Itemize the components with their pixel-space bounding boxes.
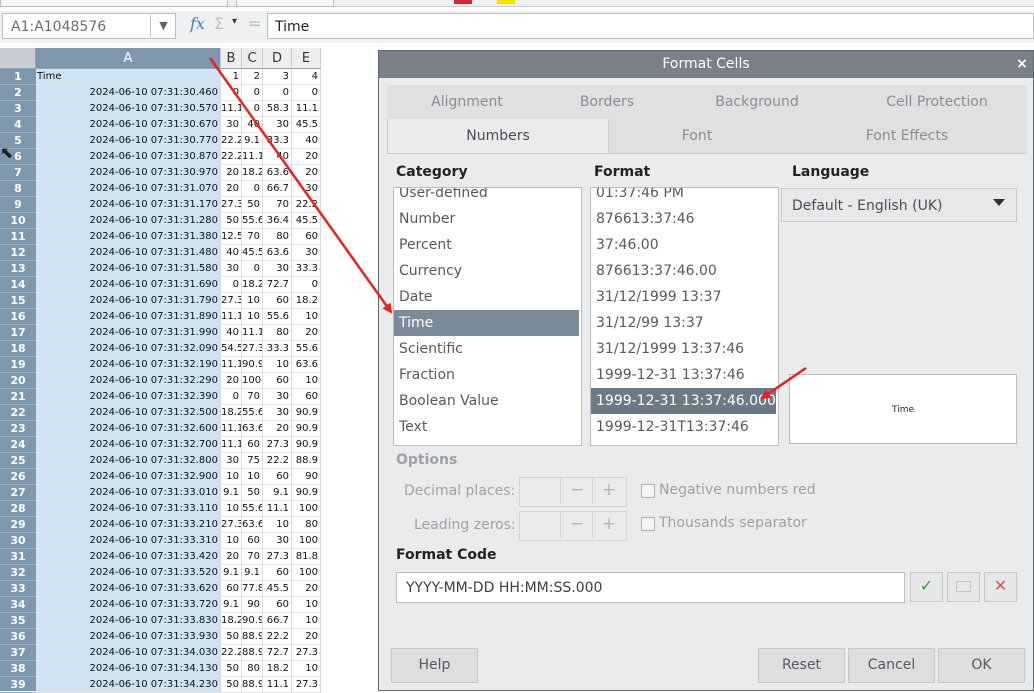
- annotation-overlay: [208, 57, 807, 400]
- annotation-arrow: [760, 366, 807, 400]
- annotation-arrow: [208, 57, 393, 314]
